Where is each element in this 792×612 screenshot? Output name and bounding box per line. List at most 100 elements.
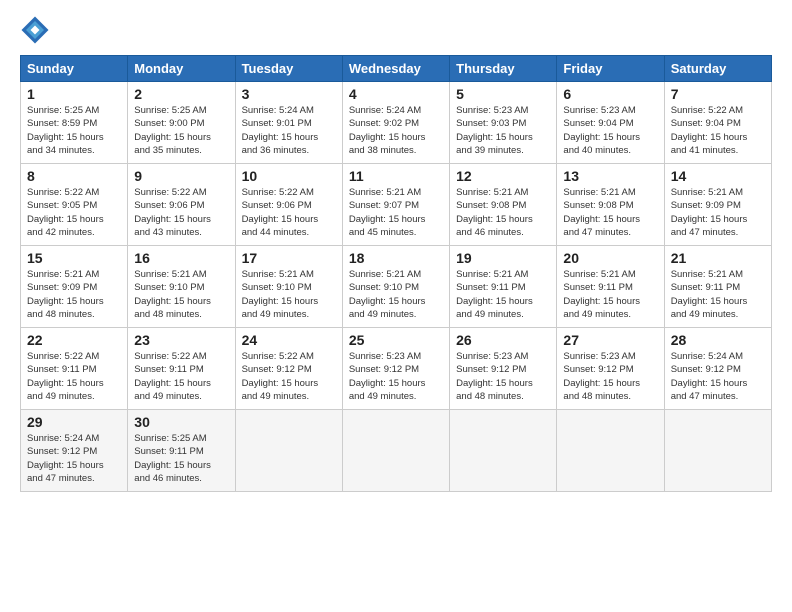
header — [20, 15, 772, 45]
day-number: 4 — [349, 86, 443, 102]
day-info: Sunrise: 5:21 AMSunset: 9:07 PMDaylight:… — [349, 186, 443, 239]
day-number: 1 — [27, 86, 121, 102]
day-number: 18 — [349, 250, 443, 266]
day-number: 5 — [456, 86, 550, 102]
day-number: 9 — [134, 168, 228, 184]
day-info: Sunrise: 5:21 AMSunset: 9:10 PMDaylight:… — [242, 268, 336, 321]
day-number: 10 — [242, 168, 336, 184]
calendar-cell: 24 Sunrise: 5:22 AMSunset: 9:12 PMDayligh… — [235, 328, 342, 410]
calendar-cell — [557, 410, 664, 492]
day-info: Sunrise: 5:24 AMSunset: 9:12 PMDaylight:… — [671, 350, 765, 403]
day-info: Sunrise: 5:24 AMSunset: 9:01 PMDaylight:… — [242, 104, 336, 157]
calendar-cell: 11 Sunrise: 5:21 AMSunset: 9:07 PMDayligh… — [342, 164, 449, 246]
day-number: 24 — [242, 332, 336, 348]
day-info: Sunrise: 5:22 AMSunset: 9:04 PMDaylight:… — [671, 104, 765, 157]
calendar-cell: 18 Sunrise: 5:21 AMSunset: 9:10 PMDayligh… — [342, 246, 449, 328]
day-number: 27 — [563, 332, 657, 348]
day-info: Sunrise: 5:23 AMSunset: 9:12 PMDaylight:… — [349, 350, 443, 403]
calendar-cell: 22Sunrise: 5:22 AMSunset: 9:11 PMDayligh… — [21, 328, 128, 410]
calendar-cell: 5 Sunrise: 5:23 AMSunset: 9:03 PMDaylight… — [450, 82, 557, 164]
day-info: Sunrise: 5:25 AMSunset: 9:00 PMDaylight:… — [134, 104, 228, 157]
calendar-cell: 26 Sunrise: 5:23 AMSunset: 9:12 PMDayligh… — [450, 328, 557, 410]
day-info: Sunrise: 5:21 AMSunset: 9:08 PMDaylight:… — [563, 186, 657, 239]
calendar-cell: 4 Sunrise: 5:24 AMSunset: 9:02 PMDaylight… — [342, 82, 449, 164]
day-number: 21 — [671, 250, 765, 266]
day-info: Sunrise: 5:21 AMSunset: 9:10 PMDaylight:… — [134, 268, 228, 321]
weekday-header-friday: Friday — [557, 56, 664, 82]
day-number: 26 — [456, 332, 550, 348]
day-info: Sunrise: 5:21 AMSunset: 9:09 PMDaylight:… — [671, 186, 765, 239]
calendar-week-row: 29 Sunrise: 5:24 AMSunset: 9:12 PMDayligh… — [21, 410, 772, 492]
day-number: 11 — [349, 168, 443, 184]
calendar-cell: 27Sunrise: 5:23 AMSunset: 9:12 PMDayligh… — [557, 328, 664, 410]
calendar-cell: 19Sunrise: 5:21 AMSunset: 9:11 PMDayligh… — [450, 246, 557, 328]
day-number: 2 — [134, 86, 228, 102]
calendar-table: SundayMondayTuesdayWednesdayThursdayFrid… — [20, 55, 772, 492]
day-number: 17 — [242, 250, 336, 266]
calendar-cell: 20 Sunrise: 5:21 AMSunset: 9:11 PMDayligh… — [557, 246, 664, 328]
day-info: Sunrise: 5:22 AMSunset: 9:11 PMDaylight:… — [134, 350, 228, 403]
day-number: 12 — [456, 168, 550, 184]
day-info: Sunrise: 5:25 AMSunset: 8:59 PMDaylight:… — [27, 104, 121, 157]
day-number: 15 — [27, 250, 121, 266]
day-info: Sunrise: 5:22 AMSunset: 9:05 PMDaylight:… — [27, 186, 121, 239]
day-info: Sunrise: 5:21 AMSunset: 9:08 PMDaylight:… — [456, 186, 550, 239]
day-number: 23 — [134, 332, 228, 348]
calendar-cell: 9 Sunrise: 5:22 AMSunset: 9:06 PMDaylight… — [128, 164, 235, 246]
calendar-cell: 2 Sunrise: 5:25 AMSunset: 9:00 PMDaylight… — [128, 82, 235, 164]
day-number: 29 — [27, 414, 121, 430]
calendar-cell: 12 Sunrise: 5:21 AMSunset: 9:08 PMDayligh… — [450, 164, 557, 246]
weekday-header-thursday: Thursday — [450, 56, 557, 82]
day-number: 8 — [27, 168, 121, 184]
day-number: 14 — [671, 168, 765, 184]
day-number: 7 — [671, 86, 765, 102]
weekday-header-wednesday: Wednesday — [342, 56, 449, 82]
calendar-cell: 23 Sunrise: 5:22 AMSunset: 9:11 PMDayligh… — [128, 328, 235, 410]
day-number: 13 — [563, 168, 657, 184]
day-info: Sunrise: 5:22 AMSunset: 9:06 PMDaylight:… — [242, 186, 336, 239]
day-number: 22 — [27, 332, 121, 348]
day-info: Sunrise: 5:21 AMSunset: 9:11 PMDaylight:… — [671, 268, 765, 321]
day-info: Sunrise: 5:23 AMSunset: 9:12 PMDaylight:… — [456, 350, 550, 403]
calendar-cell: 10 Sunrise: 5:22 AMSunset: 9:06 PMDayligh… — [235, 164, 342, 246]
day-info: Sunrise: 5:21 AMSunset: 9:10 PMDaylight:… — [349, 268, 443, 321]
calendar-cell — [342, 410, 449, 492]
calendar-cell: 1 Sunrise: 5:25 AMSunset: 8:59 PMDaylight… — [21, 82, 128, 164]
calendar-cell: 21 Sunrise: 5:21 AMSunset: 9:11 PMDayligh… — [664, 246, 771, 328]
day-number: 19 — [456, 250, 550, 266]
calendar-cell: 3Sunrise: 5:24 AMSunset: 9:01 PMDaylight… — [235, 82, 342, 164]
logo — [20, 15, 54, 45]
day-number: 20 — [563, 250, 657, 266]
calendar-cell: 25 Sunrise: 5:23 AMSunset: 9:12 PMDayligh… — [342, 328, 449, 410]
calendar-cell — [664, 410, 771, 492]
calendar-cell: 15 Sunrise: 5:21 AMSunset: 9:09 PMDayligh… — [21, 246, 128, 328]
day-number: 30 — [134, 414, 228, 430]
calendar-cell: 29 Sunrise: 5:24 AMSunset: 9:12 PMDayligh… — [21, 410, 128, 492]
day-info: Sunrise: 5:21 AMSunset: 9:09 PMDaylight:… — [27, 268, 121, 321]
calendar-cell — [450, 410, 557, 492]
calendar-cell — [235, 410, 342, 492]
day-number: 25 — [349, 332, 443, 348]
day-info: Sunrise: 5:23 AMSunset: 9:03 PMDaylight:… — [456, 104, 550, 157]
calendar-page: SundayMondayTuesdayWednesdayThursdayFrid… — [0, 0, 792, 612]
calendar-week-row: 15 Sunrise: 5:21 AMSunset: 9:09 PMDayligh… — [21, 246, 772, 328]
day-number: 28 — [671, 332, 765, 348]
day-info: Sunrise: 5:23 AMSunset: 9:04 PMDaylight:… — [563, 104, 657, 157]
weekday-header-sunday: Sunday — [21, 56, 128, 82]
calendar-cell: 13 Sunrise: 5:21 AMSunset: 9:08 PMDayligh… — [557, 164, 664, 246]
calendar-cell: 16 Sunrise: 5:21 AMSunset: 9:10 PMDayligh… — [128, 246, 235, 328]
calendar-cell: 6 Sunrise: 5:23 AMSunset: 9:04 PMDaylight… — [557, 82, 664, 164]
weekday-header-tuesday: Tuesday — [235, 56, 342, 82]
calendar-week-row: 8 Sunrise: 5:22 AMSunset: 9:05 PMDaylight… — [21, 164, 772, 246]
day-info: Sunrise: 5:22 AMSunset: 9:06 PMDaylight:… — [134, 186, 228, 239]
day-info: Sunrise: 5:24 AMSunset: 9:12 PMDaylight:… — [27, 432, 121, 485]
weekday-header-row: SundayMondayTuesdayWednesdayThursdayFrid… — [21, 56, 772, 82]
day-number: 16 — [134, 250, 228, 266]
calendar-week-row: 1 Sunrise: 5:25 AMSunset: 8:59 PMDaylight… — [21, 82, 772, 164]
calendar-week-row: 22 Sunrise: 5:22 AMSunset: 9:11 PMDayligh… — [21, 328, 772, 410]
day-info: Sunrise: 5:22 AMSunset: 9:12 PMDaylight:… — [242, 350, 336, 403]
day-info: Sunrise: 5:21 AMSunset: 9:11 PMDaylight:… — [563, 268, 657, 321]
calendar-cell: 14 Sunrise: 5:21 AMSunset: 9:09 PMDayligh… — [664, 164, 771, 246]
day-number: 6 — [563, 86, 657, 102]
day-info: Sunrise: 5:24 AMSunset: 9:02 PMDaylight:… — [349, 104, 443, 157]
